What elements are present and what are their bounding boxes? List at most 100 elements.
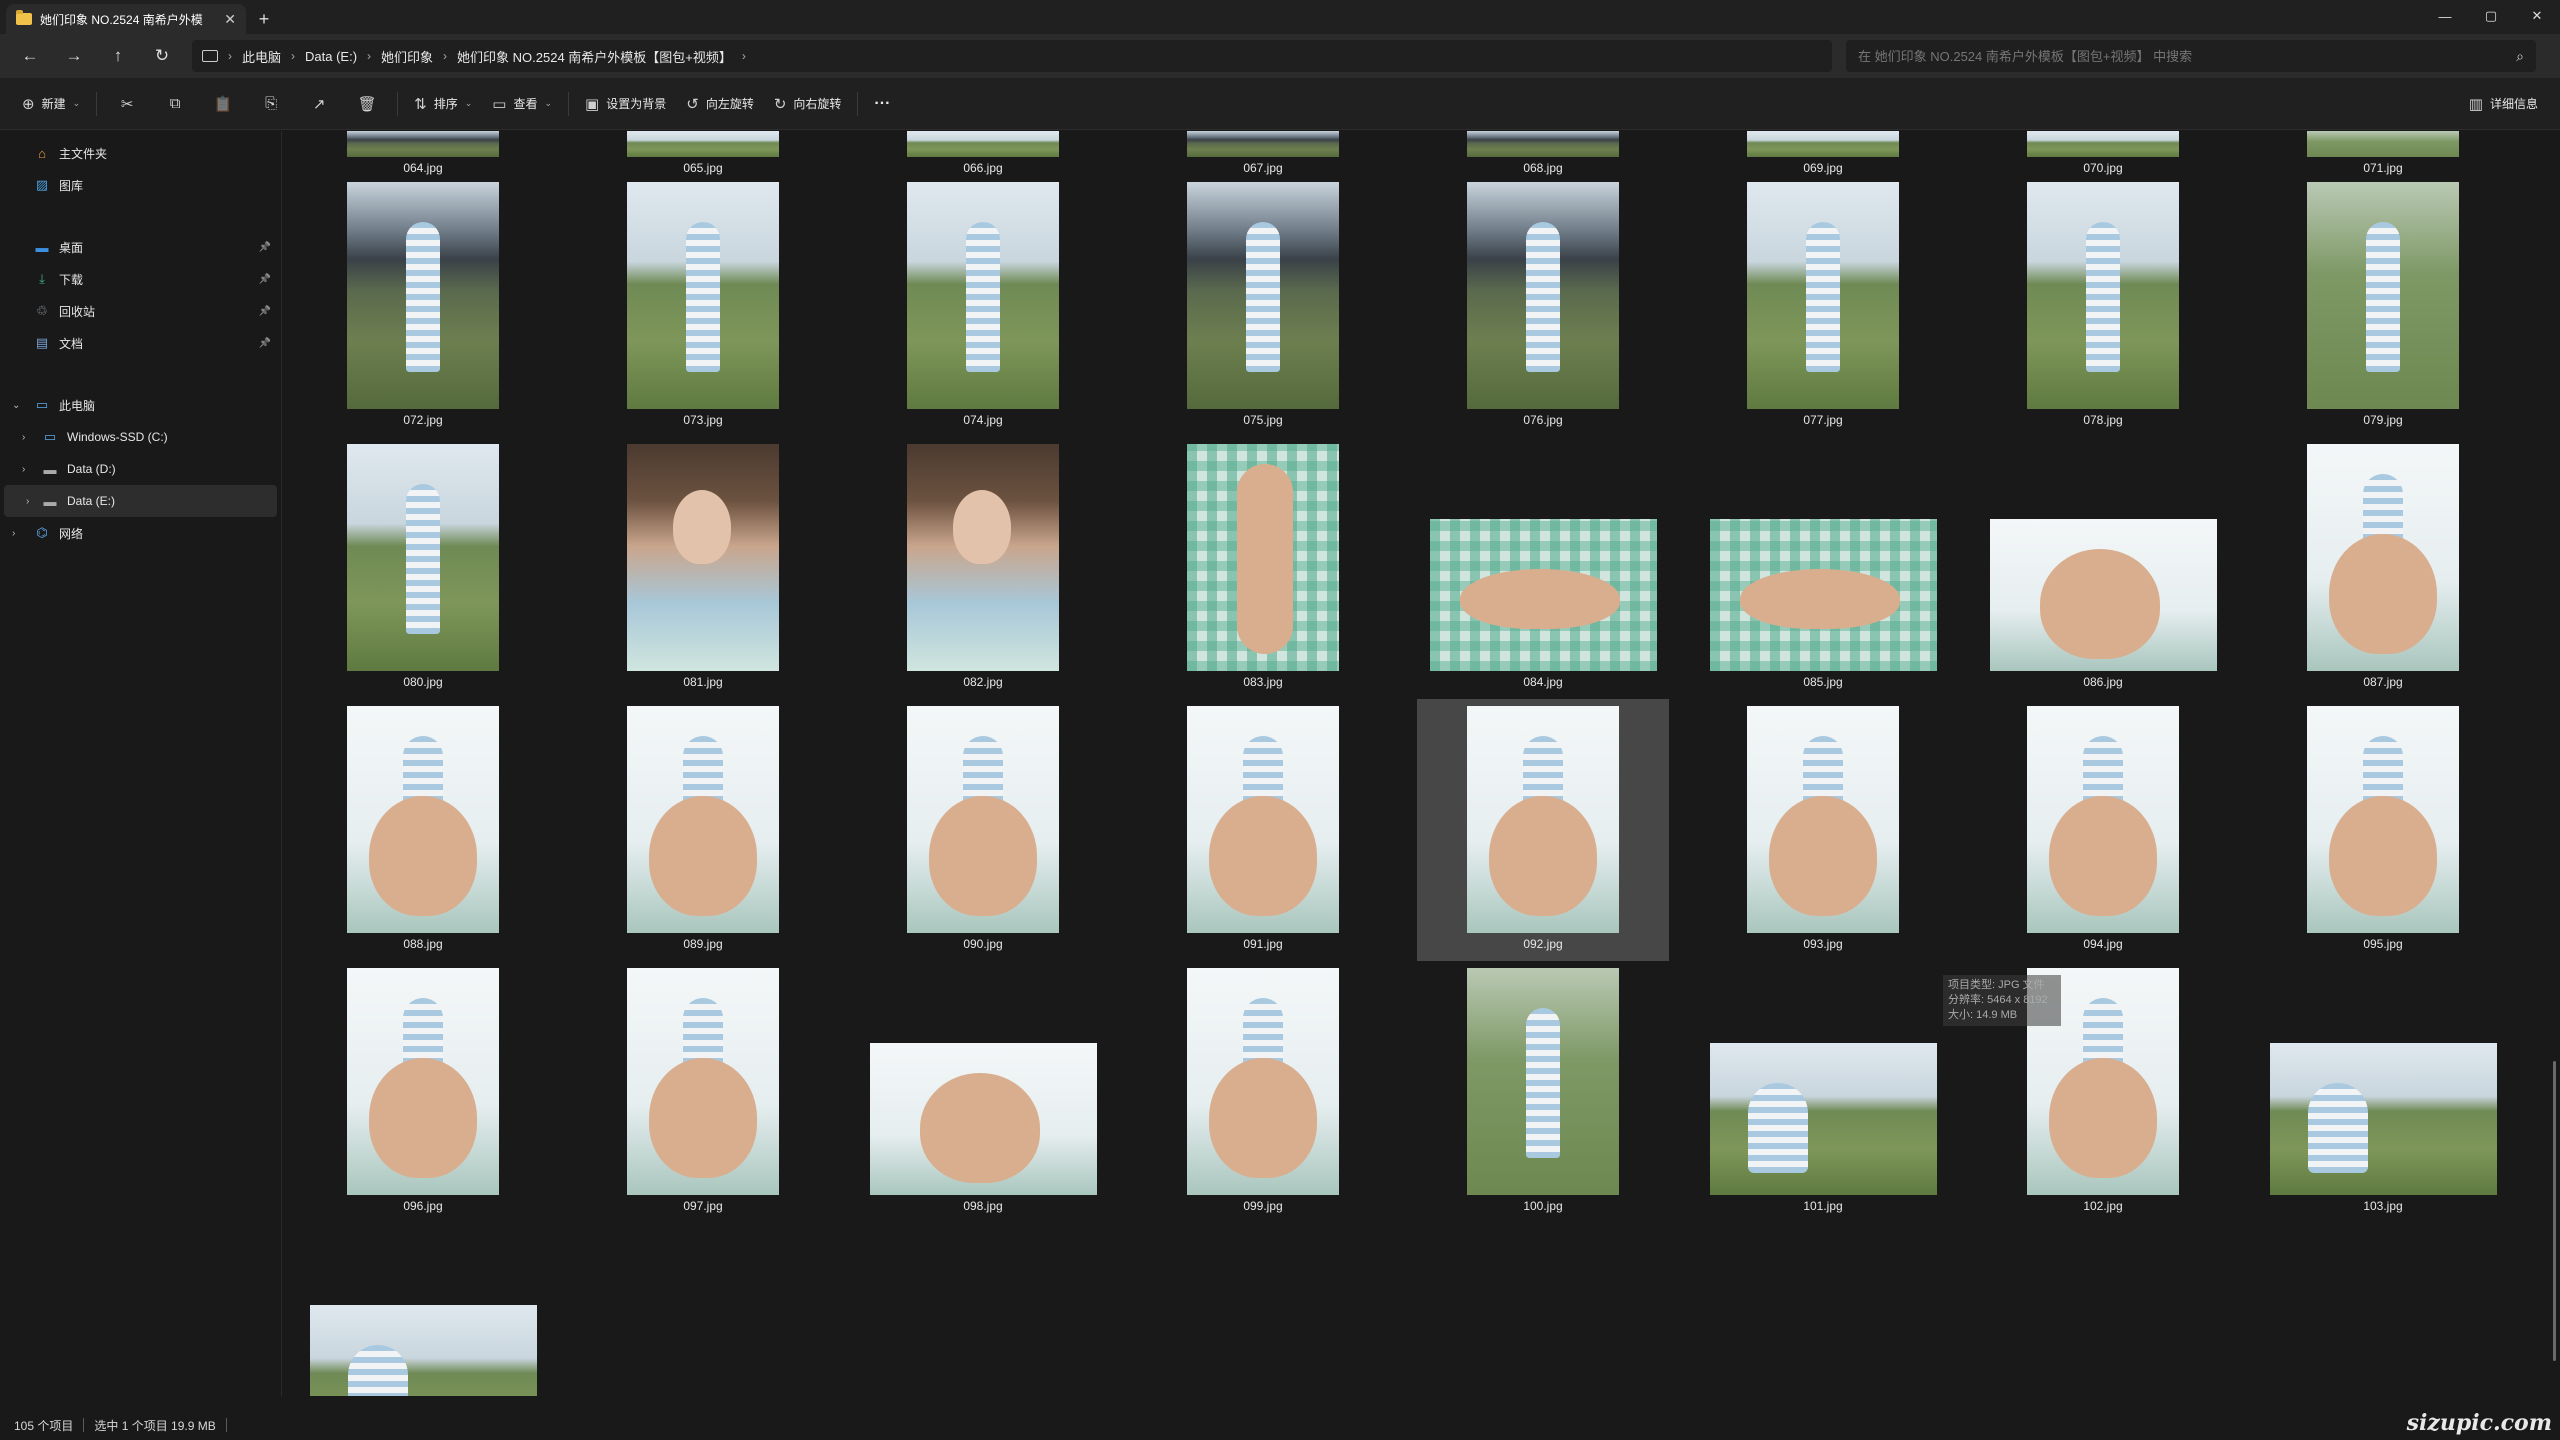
refresh-button[interactable]: ↻ [142,40,182,72]
copy-button[interactable]: ⧉ [151,86,199,122]
back-button[interactable]: ← [10,40,50,72]
file-thumbnail-item[interactable]: 075.jpg [1123,181,1403,443]
sidebar-item[interactable]: ▤ 文档 📌 [0,327,281,359]
sidebar-item[interactable]: ▨ 图库 [0,169,281,201]
breadcrumb-separator[interactable]: › [742,49,746,63]
rename-button[interactable]: ⎘ [247,86,295,122]
sidebar-item[interactable]: › ▭ Windows-SSD (C:) [0,421,281,453]
file-thumbnail-item[interactable]: 078.jpg [1963,181,2243,443]
thumbnail-frame [2243,705,2523,933]
file-thumbnail-item[interactable]: 077.jpg [1683,181,1963,443]
file-thumbnail-item[interactable]: 087.jpg [2243,443,2523,705]
sidebar-item[interactable]: › ▬ Data (E:) [4,485,277,517]
file-thumbnail-item[interactable]: 082.jpg [843,443,1123,705]
up-button[interactable]: ↑ [98,40,138,72]
file-thumbnail-item[interactable]: 094.jpg [1963,705,2243,967]
search-box[interactable]: ⌕ [1846,40,2536,72]
file-thumbnail-item[interactable]: 080.jpg [283,443,563,705]
file-thumbnail-item[interactable]: 073.jpg [563,181,843,443]
file-thumbnail-item[interactable]: 103.jpg [2243,967,2523,1229]
thumbnail-frame [1963,443,2243,671]
file-thumbnail-item[interactable]: 100.jpg [1403,967,1683,1229]
figure-shape [686,222,720,372]
file-thumbnail-item[interactable]: 104.jpg [283,1229,563,1396]
file-thumbnail-item[interactable]: 099.jpg [1123,967,1403,1229]
file-thumbnail-item[interactable]: 072.jpg [283,181,563,443]
maximize-button[interactable]: ▢ [2468,0,2514,32]
forward-button[interactable]: → [54,40,94,72]
file-thumbnail-item[interactable]: 081.jpg [563,443,843,705]
file-thumbnail-item[interactable]: 095.jpg [2243,705,2523,967]
search-input[interactable] [1858,48,2517,64]
share-button[interactable]: ↗ [295,86,343,122]
file-thumbnail-item[interactable]: 101.jpg [1683,967,1963,1229]
file-thumbnail-item[interactable]: 074.jpg [843,181,1123,443]
file-thumbnail-item[interactable]: 093.jpg [1683,705,1963,967]
paste-button[interactable]: 📋 [199,86,247,122]
file-name: 066.jpg [963,161,1003,175]
sidebar-item[interactable]: ⌂ 主文件夹 [0,137,281,169]
chevron-right-icon[interactable]: › [26,496,29,507]
sidebar-item[interactable]: ▬ 桌面 📌 [0,231,281,263]
file-thumbnail-item[interactable]: 091.jpg [1123,705,1403,967]
file-thumbnail-item[interactable]: 079.jpg [2243,181,2523,443]
navigation-pane: ⌂ 主文件夹 ▨ 图库 ▬ 桌面 📌 ⤓ 下载 📌 ♲ 回收站 📌 ▤ 文档 📌 ⌄ ▭ 此电脑 › ▭ Windows-… [0,131,282,1396]
chevron-right-icon[interactable]: › [22,464,25,475]
file-thumbnail-item[interactable]: 085.jpg [1683,443,1963,705]
minimize-button[interactable]: — [2422,0,2468,32]
breadcrumb-item-current[interactable]: 她们印象 NO.2524 南希户外模板【图包+视频】 [457,47,732,66]
photo-thumbnail [347,182,499,409]
cut-button[interactable]: ✂ [103,86,151,122]
chevron-right-icon[interactable]: › [12,528,15,539]
tab-close-icon[interactable]: ✕ [224,11,236,28]
thumbnail-frame [843,967,1123,1195]
photo-thumbnail [627,182,779,409]
chevron-right-icon[interactable]: › [22,432,25,443]
delete-button[interactable]: 🗑 [343,86,391,122]
sort-button[interactable]: ⇅ 排序 ⌄ [404,86,482,122]
new-button[interactable]: ⊕ 新建 ⌄ [12,86,90,122]
details-pane-button[interactable]: ▥ 详细信息 [2459,86,2548,122]
sidebar-item[interactable]: ⤓ 下载 📌 [0,263,281,295]
sidebar-item[interactable]: ♲ 回收站 📌 [0,295,281,327]
sidebar-item[interactable]: › ⌬ 网络 [0,517,281,549]
more-options-button[interactable]: ··· [864,86,900,122]
breadcrumb[interactable]: › 此电脑 › Data (E:) › 她们印象 › 她们印象 NO.2524 … [192,40,1832,72]
file-thumbnail-item[interactable]: 088.jpg [283,705,563,967]
face-shape [673,490,731,564]
file-thumbnail-item[interactable]: 090.jpg [843,705,1123,967]
breadcrumb-item-parent[interactable]: 她们印象 [381,47,433,66]
set-background-button[interactable]: ▣ 设置为背景 [575,86,676,122]
file-thumbnail-item[interactable]: 084.jpg [1403,443,1683,705]
sidebar-item[interactable]: › ▬ Data (D:) [0,453,281,485]
photo-thumbnail [1989,519,2217,671]
rotate-left-button[interactable]: ↺ 向左旋转 [676,86,764,122]
new-tab-button[interactable]: + [246,4,282,34]
close-window-button[interactable]: ✕ [2514,0,2560,32]
thumbnail-frame [1417,705,1669,933]
search-icon[interactable]: ⌕ [2516,48,2524,65]
file-name: 068.jpg [1523,161,1563,175]
photo-thumbnail [347,131,499,157]
breadcrumb-item-this-pc[interactable]: 此电脑 [242,47,281,66]
file-name: 069.jpg [1803,161,1843,175]
file-thumbnail-item[interactable]: 089.jpg [563,705,843,967]
vertical-scrollbar[interactable] [2553,1061,2556,1361]
figure-shape [1806,222,1840,372]
file-thumbnail-item[interactable]: 098.jpg [843,967,1123,1229]
file-thumbnail-item[interactable]: 083.jpg [1123,443,1403,705]
thumbnail-frame [1683,181,1963,409]
rotate-right-button[interactable]: ↻ 向右旋转 [764,86,852,122]
file-thumbnail-item[interactable]: 092.jpg [1417,699,1669,961]
sidebar-item[interactable]: ⌄ ▭ 此电脑 [0,389,281,421]
view-button[interactable]: ▭ 查看 ⌄ [482,86,562,122]
file-name: 083.jpg [1243,675,1283,689]
chevron-down-icon[interactable]: ⌄ [12,400,20,411]
file-thumbnail-item[interactable]: 096.jpg [283,967,563,1229]
file-thumbnail-item[interactable]: 097.jpg [563,967,843,1229]
photo-thumbnail [1187,706,1339,933]
breadcrumb-item-drive-e[interactable]: Data (E:) [305,49,357,64]
file-thumbnail-item[interactable]: 076.jpg [1403,181,1683,443]
tab-current-folder[interactable]: 她们印象 NO.2524 南希户外模 ✕ [6,4,246,34]
file-thumbnail-item[interactable]: 086.jpg [1963,443,2243,705]
